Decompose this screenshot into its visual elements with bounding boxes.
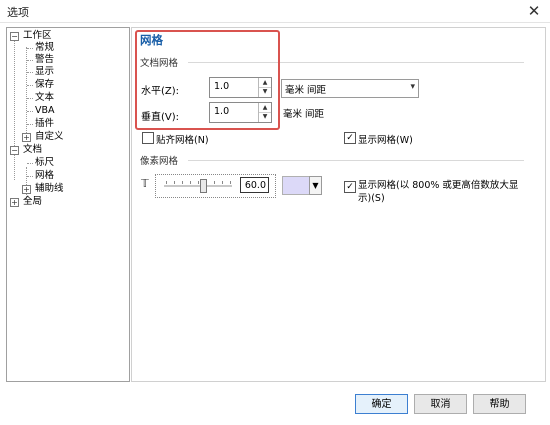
- collapse-icon[interactable]: −: [10, 146, 19, 155]
- tree-item-label: VBA: [35, 105, 55, 116]
- highlight-annotation: [135, 30, 280, 130]
- slider-tick: [198, 181, 199, 184]
- slider-tick: [230, 181, 231, 184]
- section-label-pixel-grid: 像素网格: [140, 156, 179, 167]
- expand-icon[interactable]: +: [22, 133, 31, 142]
- tree-item-label: 工作区: [23, 30, 52, 41]
- ok-button[interactable]: 确定: [355, 394, 408, 414]
- opacity-input[interactable]: 60.0: [240, 177, 269, 193]
- tree-item-label: 辅助线: [35, 183, 64, 194]
- title-bar: [0, 0, 550, 23]
- slider-tick: [174, 181, 175, 184]
- snap-to-grid-label: 贴齐网格(N): [156, 135, 209, 146]
- tree-item-label: 文档: [23, 144, 43, 155]
- tree-item-label: 标尺: [35, 157, 55, 168]
- slider-tick: [166, 181, 167, 184]
- show-grid-label: 显示网格(W): [358, 135, 413, 146]
- cancel-button[interactable]: 取消: [414, 394, 467, 414]
- slider-thumb[interactable]: [200, 179, 207, 193]
- chevron-down-icon[interactable]: ▼: [309, 176, 322, 195]
- section-divider: [188, 160, 524, 161]
- tree-item-label: 显示: [35, 66, 55, 77]
- opacity-icon: 𝕋: [141, 177, 149, 190]
- expand-icon[interactable]: +: [22, 185, 31, 194]
- opacity-slider-group: 60.0: [155, 174, 276, 198]
- grid-unit-value: 毫米 间距: [285, 85, 327, 96]
- slider-tick: [182, 181, 183, 184]
- help-button[interactable]: 帮助: [473, 394, 526, 414]
- tree-item-label: 插件: [35, 118, 55, 129]
- show-grid-checkbox[interactable]: ✓: [344, 132, 356, 144]
- expand-icon[interactable]: +: [10, 198, 19, 207]
- chevron-down-icon: ▾: [410, 82, 415, 92]
- tree-item-label: 全局: [23, 196, 43, 207]
- tree-item-label: 常规: [35, 42, 55, 53]
- window-title: 选项: [7, 6, 29, 19]
- grid-unit-select[interactable]: 毫米 间距 ▾: [281, 79, 419, 98]
- tree-item-label: 警告: [35, 54, 55, 65]
- close-button[interactable]: ✕: [519, 0, 549, 22]
- tree-item-label: 自定义: [35, 131, 64, 142]
- tree-item-label: 文本: [35, 92, 55, 103]
- options-tree: − 工作区 常规 警告 显示 保存 文本 VBA 插件 + 自定义 − 文档 标…: [6, 27, 130, 382]
- slider-tick: [222, 181, 223, 184]
- show-pixel-grid-label: 显示网格(以 800% 或更高倍数放大显示)(S): [358, 180, 519, 204]
- tree-item-label: 保存: [35, 79, 55, 90]
- slider-tick: [190, 181, 191, 184]
- collapse-icon[interactable]: −: [10, 32, 19, 41]
- tree-item-label: 网格: [35, 170, 55, 181]
- grid-color-swatch[interactable]: [282, 176, 310, 195]
- slider-track[interactable]: [164, 185, 232, 187]
- vertical-unit-label: 毫米 间距: [283, 109, 325, 120]
- snap-to-grid-checkbox[interactable]: [142, 132, 154, 144]
- slider-tick: [214, 181, 215, 184]
- show-pixel-grid-checkbox[interactable]: ✓: [344, 181, 356, 193]
